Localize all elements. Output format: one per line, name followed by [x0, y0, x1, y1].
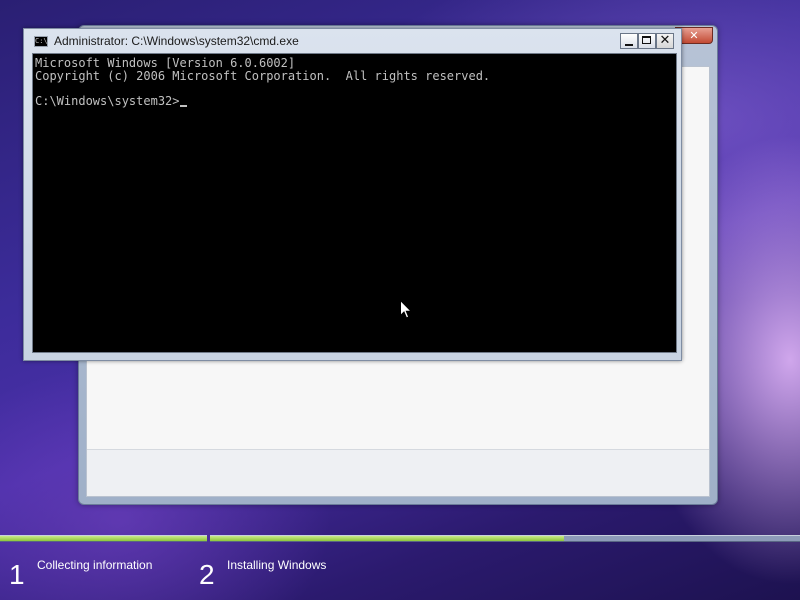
- progress-segment-installing: [210, 535, 800, 542]
- progress-fill-installing: [210, 536, 564, 541]
- progress-fill-collecting: [0, 536, 207, 541]
- close-icon: ✕: [689, 29, 699, 42]
- prompt-text: C:\Windows\system32>: [35, 93, 180, 108]
- close-button[interactable]: ✕: [656, 33, 674, 49]
- setup-footer: [87, 449, 709, 496]
- step-label: Collecting information: [37, 558, 153, 572]
- minimize-icon: [625, 44, 633, 46]
- step-label: Installing Windows: [227, 558, 327, 572]
- step-number: 1: [9, 559, 25, 590]
- text-cursor: [179, 104, 187, 107]
- mouse-pointer-icon: [400, 300, 412, 319]
- maximize-button[interactable]: [638, 33, 656, 49]
- progress-segment-collecting: [0, 535, 207, 542]
- console-line: Copyright (c) 2006 Microsoft Corporation…: [35, 68, 491, 83]
- setup-progress-bar: [0, 533, 800, 545]
- cmd-title-bar[interactable]: C:\ Administrator: C:\Windows\system32\c…: [24, 29, 681, 53]
- close-icon: ✕: [659, 33, 671, 48]
- console-line: Microsoft Windows [Version 6.0.6002]: [35, 56, 296, 70]
- cmd-icon[interactable]: C:\: [34, 36, 48, 47]
- command-prompt[interactable]: C:\Windows\system32>: [35, 93, 676, 108]
- setup-steps: 1 Collecting information 2 Installing Wi…: [0, 548, 800, 600]
- cmd-window[interactable]: C:\ Administrator: C:\Windows\system32\c…: [23, 28, 682, 361]
- maximize-icon: [642, 36, 651, 44]
- step-number: 2: [199, 559, 215, 590]
- cmd-window-title: Administrator: C:\Windows\system32\cmd.e…: [54, 34, 299, 48]
- console-output[interactable]: Microsoft Windows [Version 6.0.6002] Cop…: [32, 53, 677, 353]
- minimize-button[interactable]: [620, 33, 638, 49]
